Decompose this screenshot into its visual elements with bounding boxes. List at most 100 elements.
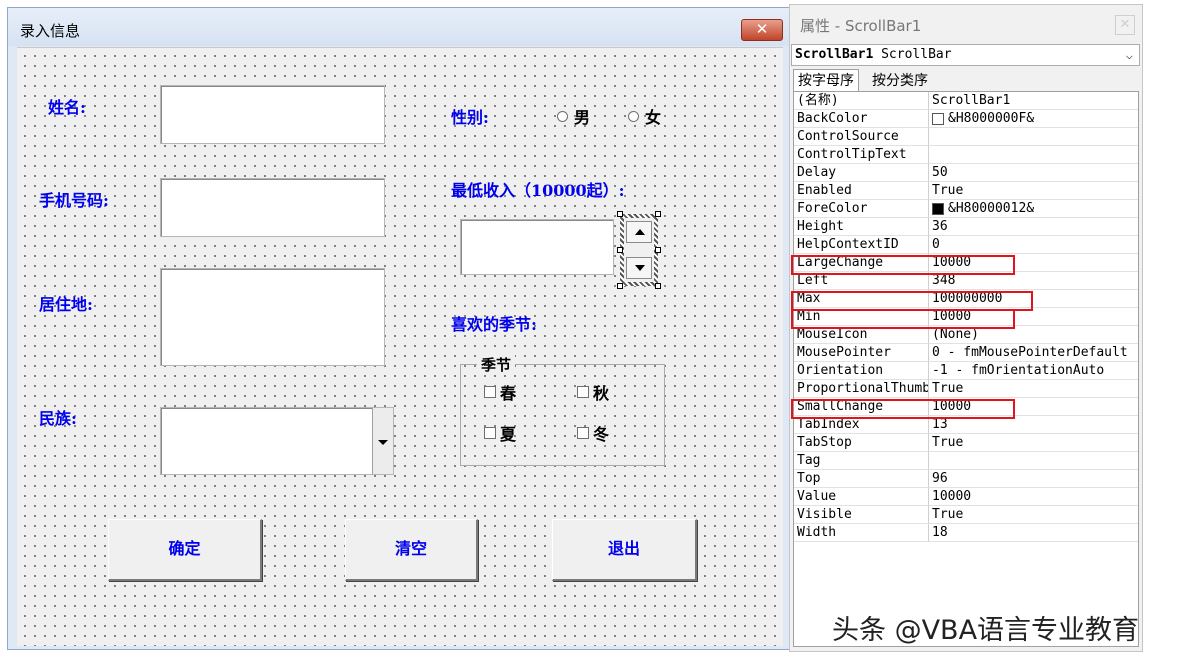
property-name: Width [794, 524, 929, 542]
property-name: MousePointer [794, 344, 929, 362]
property-value[interactable]: True [929, 380, 1138, 398]
property-value[interactable]: True [929, 182, 1138, 200]
form-title: 录入信息 [20, 22, 81, 40]
clear-button[interactable]: 清空 [345, 519, 478, 581]
resize-handle[interactable] [655, 283, 661, 289]
min-income-textbox[interactable] [460, 219, 614, 275]
season-checkbox-winter[interactable]: 冬 [577, 421, 609, 445]
object-type: ScrollBar [881, 47, 952, 62]
property-value[interactable]: 10000 [929, 488, 1138, 506]
resize-handle[interactable] [617, 247, 623, 253]
property-row[interactable]: ForeColor &H80000012& [794, 200, 1138, 218]
property-row[interactable]: Enabled True [794, 182, 1138, 200]
tab-categorized[interactable]: 按分类序 [867, 69, 933, 91]
radio-icon [628, 110, 639, 122]
userform-window: 录入信息 ✕ 姓名: 手机号码: 居住地: 民族: 性别: 男 女 最低收入（1… [7, 7, 790, 650]
scrollbar-up-button[interactable] [626, 221, 652, 243]
season-checkbox-spring[interactable]: 春 [484, 380, 516, 404]
form-titlebar[interactable]: 录入信息 ✕ [8, 8, 789, 46]
property-name: Height [794, 218, 929, 236]
property-row[interactable]: TabStop True [794, 434, 1138, 452]
arrow-up-icon [635, 229, 645, 235]
property-value[interactable]: True [929, 434, 1138, 452]
property-value[interactable]: 0 [929, 236, 1138, 254]
property-value[interactable] [929, 128, 1138, 146]
property-name: TabStop [794, 434, 929, 452]
property-row[interactable]: Height 36 [794, 218, 1138, 236]
property-row[interactable]: MousePointer 0 - fmMousePointerDefault [794, 344, 1138, 362]
gender-radio-male[interactable]: 男 [557, 104, 590, 128]
property-value[interactable]: 36 [929, 218, 1138, 236]
season-checkbox-label: 秋 [593, 384, 610, 403]
watermark-text: 头条 @VBA语言专业教育 [832, 615, 1140, 646]
property-row[interactable]: Visible True [794, 506, 1138, 524]
resize-handle[interactable] [617, 283, 623, 289]
combobox-dropdown-button[interactable] [372, 408, 393, 474]
property-row[interactable]: HelpContextID 0 [794, 236, 1138, 254]
property-value-text: True [932, 182, 964, 198]
resize-handle[interactable] [655, 211, 661, 217]
property-value[interactable]: -1 - fmOrientationAuto [929, 362, 1138, 380]
properties-close-button[interactable]: ✕ [1115, 15, 1135, 35]
property-row[interactable]: Value 10000 [794, 488, 1138, 506]
property-row[interactable]: ProportionalThumb True [794, 380, 1138, 398]
object-name: ScrollBar1 [795, 47, 874, 62]
resize-handle[interactable] [617, 211, 623, 217]
property-value[interactable]: &H8000000F& [929, 110, 1138, 128]
property-row[interactable]: Delay 50 [794, 164, 1138, 182]
property-value-text: True [932, 506, 964, 522]
property-value[interactable] [929, 146, 1138, 164]
highlight-box [791, 399, 1015, 419]
gender-radio-female[interactable]: 女 [628, 104, 661, 128]
properties-panel: 属性 - ScrollBar1 ✕ ScrollBar1 ScrollBar ⌵… [789, 4, 1143, 652]
season-checkbox-label: 春 [500, 384, 517, 403]
property-value-text: 50 [932, 164, 948, 180]
chevron-down-icon [378, 440, 388, 445]
property-value[interactable]: True [929, 506, 1138, 524]
property-row[interactable]: Orientation -1 - fmOrientationAuto [794, 362, 1138, 380]
resize-handle[interactable] [655, 247, 661, 253]
property-row[interactable]: (名称) ScrollBar1 [794, 92, 1138, 110]
address-textbox[interactable] [160, 268, 385, 366]
address-label: 居住地: [39, 295, 93, 314]
form-design-canvas[interactable]: 姓名: 手机号码: 居住地: 民族: 性别: 男 女 最低收入（10000起）: [17, 47, 783, 646]
ok-button[interactable]: 确定 [108, 519, 262, 581]
tab-alphabetic[interactable]: 按字母序 [793, 69, 859, 91]
highlight-box [791, 309, 1015, 329]
radio-icon [557, 110, 568, 122]
property-row[interactable]: BackColor &H8000000F& [794, 110, 1138, 128]
name-textbox[interactable] [160, 85, 385, 144]
property-value[interactable] [929, 452, 1138, 470]
season-checkbox-autumn[interactable]: 秋 [577, 380, 609, 404]
property-row[interactable]: ControlTipText [794, 146, 1138, 164]
property-value[interactable]: 96 [929, 470, 1138, 488]
phone-textbox[interactable] [160, 178, 385, 237]
highlight-box [791, 291, 1033, 311]
property-row[interactable]: ControlSource [794, 128, 1138, 146]
scrollbar1-control[interactable] [620, 214, 658, 286]
property-value[interactable]: 18 [929, 524, 1138, 542]
property-value-text: True [932, 434, 964, 450]
chevron-down-icon[interactable]: ⌵ [1126, 45, 1133, 65]
property-value-text: 0 - fmMousePointerDefault [932, 344, 1128, 360]
form-close-button[interactable]: ✕ [741, 19, 783, 41]
season-frame[interactable]: 季节 春 秋 夏 冬 [460, 354, 665, 466]
property-row[interactable]: Tag [794, 452, 1138, 470]
season-checkbox-label: 冬 [593, 425, 610, 444]
property-value[interactable]: &H80000012& [929, 200, 1138, 218]
property-value[interactable]: ScrollBar1 [929, 92, 1138, 110]
season-checkbox-summer[interactable]: 夏 [484, 421, 516, 445]
exit-button[interactable]: 退出 [552, 519, 697, 581]
phone-label: 手机号码: [39, 191, 109, 210]
property-value[interactable]: 50 [929, 164, 1138, 182]
object-selector-dropdown[interactable]: ScrollBar1 ScrollBar ⌵ [791, 44, 1140, 66]
property-row[interactable]: Top 96 [794, 470, 1138, 488]
scrollbar-down-button[interactable] [626, 257, 652, 279]
checkbox-icon [484, 427, 496, 439]
property-name: Orientation [794, 362, 929, 380]
property-value[interactable]: 0 - fmMousePointerDefault [929, 344, 1138, 362]
property-grid[interactable]: (名称) ScrollBar1 BackColor &H8000000F& Contro… [793, 91, 1139, 647]
ethnicity-combobox[interactable] [160, 407, 394, 475]
property-row[interactable]: Width 18 [794, 524, 1138, 542]
color-swatch [932, 112, 944, 125]
